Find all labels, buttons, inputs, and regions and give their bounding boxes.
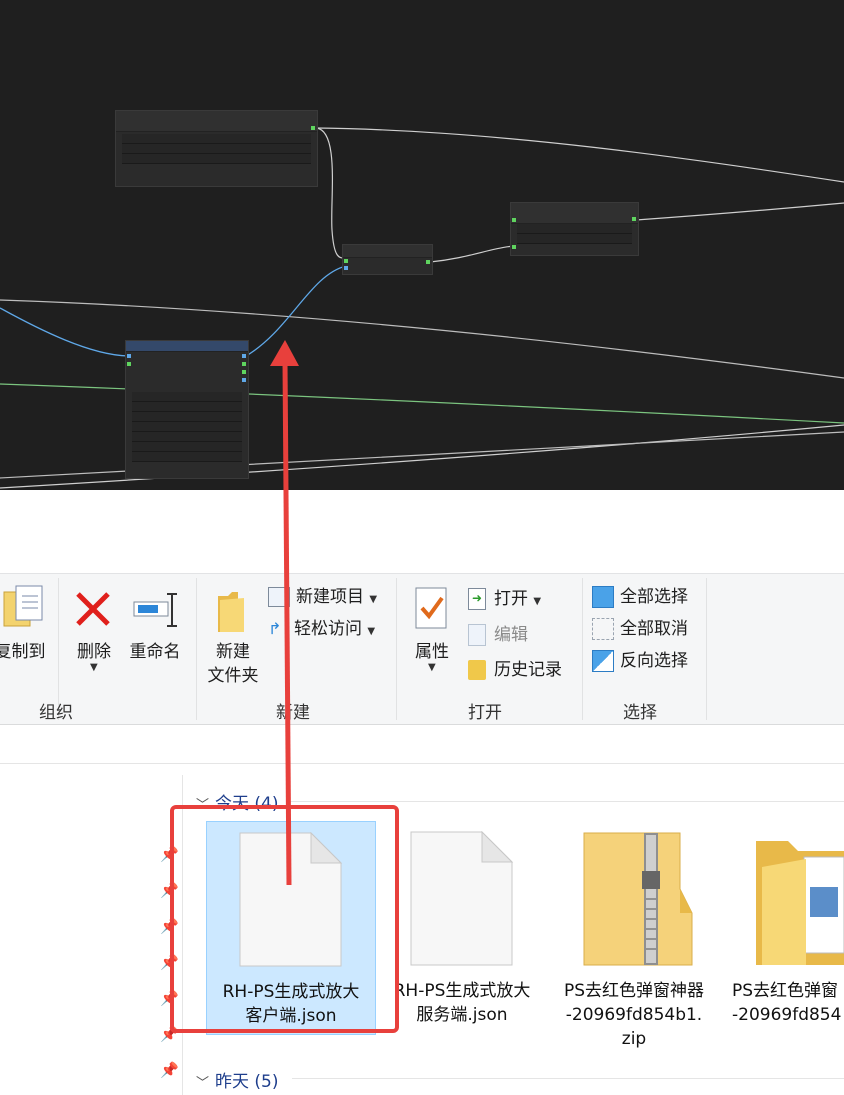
file-name: RH-PS生成式放大 服务端.json	[378, 979, 546, 1027]
new-folder-icon	[218, 592, 244, 632]
group-label-open: 打开	[468, 703, 502, 723]
file-name-line-2: -20969fd854	[732, 1005, 842, 1025]
folder-icon	[756, 841, 844, 965]
output-port[interactable]	[242, 362, 246, 366]
address-bar[interactable]	[0, 731, 844, 764]
group-yesterday-label: 昨天 (5)	[215, 1072, 279, 1092]
history-label: 历史记录	[494, 660, 562, 680]
easy-access-button[interactable]: ↱ 轻松访问 ▼	[268, 616, 375, 642]
new-folder-label-1: 新建	[216, 642, 250, 662]
file-name-line-2: 服务端.json	[416, 1005, 508, 1025]
file-list: 📌 📌 📌 📌 📌 📌 📌 ﹀ 今天 (4) RH-PS生成式放大 客户端.json…	[0, 765, 844, 1095]
output-port[interactable]	[242, 354, 246, 358]
file-name-line-2: -20969fd854b1.	[565, 1005, 703, 1025]
new-item-button[interactable]: 新建项目 ▼	[268, 584, 377, 610]
select-all-icon	[592, 586, 614, 608]
annotation-highlight-box	[170, 805, 399, 1033]
select-all-label: 全部选择	[620, 587, 688, 607]
node-graph-canvas[interactable]	[0, 0, 844, 490]
file-item[interactable]: PS去红色弹窗 -20969fd854	[722, 821, 844, 1033]
graph-node[interactable]	[115, 110, 318, 187]
divider	[396, 578, 397, 720]
graph-node[interactable]	[342, 244, 433, 275]
new-folder-label-2: 文件夹	[207, 666, 259, 686]
file-name-line-1: PS去红色弹窗	[732, 981, 839, 1001]
group-label-new: 新建	[276, 703, 310, 723]
delete-icon	[76, 592, 110, 626]
group-divider	[292, 1078, 844, 1079]
output-port[interactable]	[426, 260, 430, 264]
invert-selection-button[interactable]: 反向选择	[592, 648, 688, 674]
select-none-label: 全部取消	[620, 619, 688, 639]
new-item-label: 新建项目	[296, 587, 364, 607]
zip-folder-icon	[583, 832, 693, 966]
chevron-down-icon: ▼	[367, 626, 376, 637]
chevron-down-icon[interactable]: ▼	[90, 662, 98, 673]
divider	[582, 578, 583, 720]
input-port[interactable]	[127, 354, 131, 358]
history-button[interactable]: 历史记录	[468, 657, 562, 683]
group-label-select: 选择	[623, 703, 657, 723]
file-name: PS去红色弹窗 -20969fd854	[732, 979, 844, 1027]
file-name-line-3: zip	[621, 1029, 647, 1049]
easy-access-icon: ↱	[268, 619, 282, 638]
history-icon	[468, 660, 486, 680]
output-port[interactable]	[242, 370, 246, 374]
open-icon: ➜	[468, 588, 486, 610]
easy-access-label: 轻松访问	[294, 619, 362, 639]
edit-label: 编辑	[494, 625, 528, 645]
select-all-button[interactable]: 全部选择	[592, 584, 688, 610]
divider	[196, 578, 197, 720]
select-none-button[interactable]: 全部取消	[592, 616, 688, 642]
group-divider	[290, 801, 844, 802]
file-item[interactable]: RH-PS生成式放大 服务端.json	[378, 821, 546, 1033]
pin-icon[interactable]: 📌	[160, 1061, 179, 1079]
open-label: 打开	[494, 589, 528, 609]
rename-icon	[133, 593, 177, 627]
properties-icon	[415, 587, 447, 629]
input-port[interactable]	[512, 245, 516, 249]
file-name-line-1: PS去红色弹窗神器	[563, 981, 705, 1001]
graph-node[interactable]	[510, 202, 639, 256]
properties-button[interactable]: 属性 ▼	[406, 580, 458, 673]
edit-button[interactable]: 编辑	[468, 622, 528, 648]
json-file-icon	[410, 831, 514, 966]
explorer-ribbon: 复制到 删除 ▼ 重命名 组织 新建 文件夹 新建项目 ▼ ↱轻松访问 ▼ 新	[0, 573, 844, 725]
output-port[interactable]	[311, 126, 315, 130]
file-item[interactable]: PS去红色弹窗神器 -20969fd854b1. zip	[550, 821, 718, 1049]
copy-to-icon	[3, 585, 43, 627]
chevron-down-icon: ▼	[533, 596, 542, 607]
new-item-icon	[268, 587, 290, 607]
delete-button[interactable]: 删除 ▼	[70, 580, 118, 673]
rename-label: 重命名	[129, 642, 181, 662]
open-button[interactable]: ➜ 打开 ▼	[468, 586, 541, 612]
file-name-line-1: RH-PS生成式放大	[393, 981, 531, 1001]
copy-to-button[interactable]: 复制到	[0, 580, 52, 672]
chevron-down-icon[interactable]: ▼	[428, 662, 436, 673]
group-label-organize: 组织	[39, 703, 73, 723]
output-port[interactable]	[632, 217, 636, 221]
copy-to-label: 复制到	[0, 642, 46, 662]
input-port[interactable]	[127, 362, 131, 366]
chevron-down-icon: ﹀	[196, 1076, 210, 1091]
rename-button[interactable]: 重命名	[126, 580, 184, 672]
input-port[interactable]	[344, 266, 348, 270]
select-none-icon	[592, 618, 614, 640]
edit-icon	[468, 624, 486, 646]
properties-label: 属性	[415, 642, 449, 662]
delete-label: 删除	[77, 642, 111, 662]
invert-selection-label: 反向选择	[620, 651, 688, 671]
output-port[interactable]	[242, 378, 246, 382]
chevron-down-icon: ▼	[369, 594, 378, 605]
input-port[interactable]	[344, 259, 348, 263]
graph-node[interactable]	[125, 340, 249, 479]
input-port[interactable]	[512, 218, 516, 222]
group-header-yesterday[interactable]: ﹀ 昨天 (5)	[196, 1067, 279, 1092]
divider	[706, 578, 707, 720]
invert-selection-icon	[592, 650, 614, 672]
new-folder-button[interactable]: 新建 文件夹	[204, 580, 262, 690]
file-name: PS去红色弹窗神器 -20969fd854b1. zip	[550, 979, 718, 1051]
